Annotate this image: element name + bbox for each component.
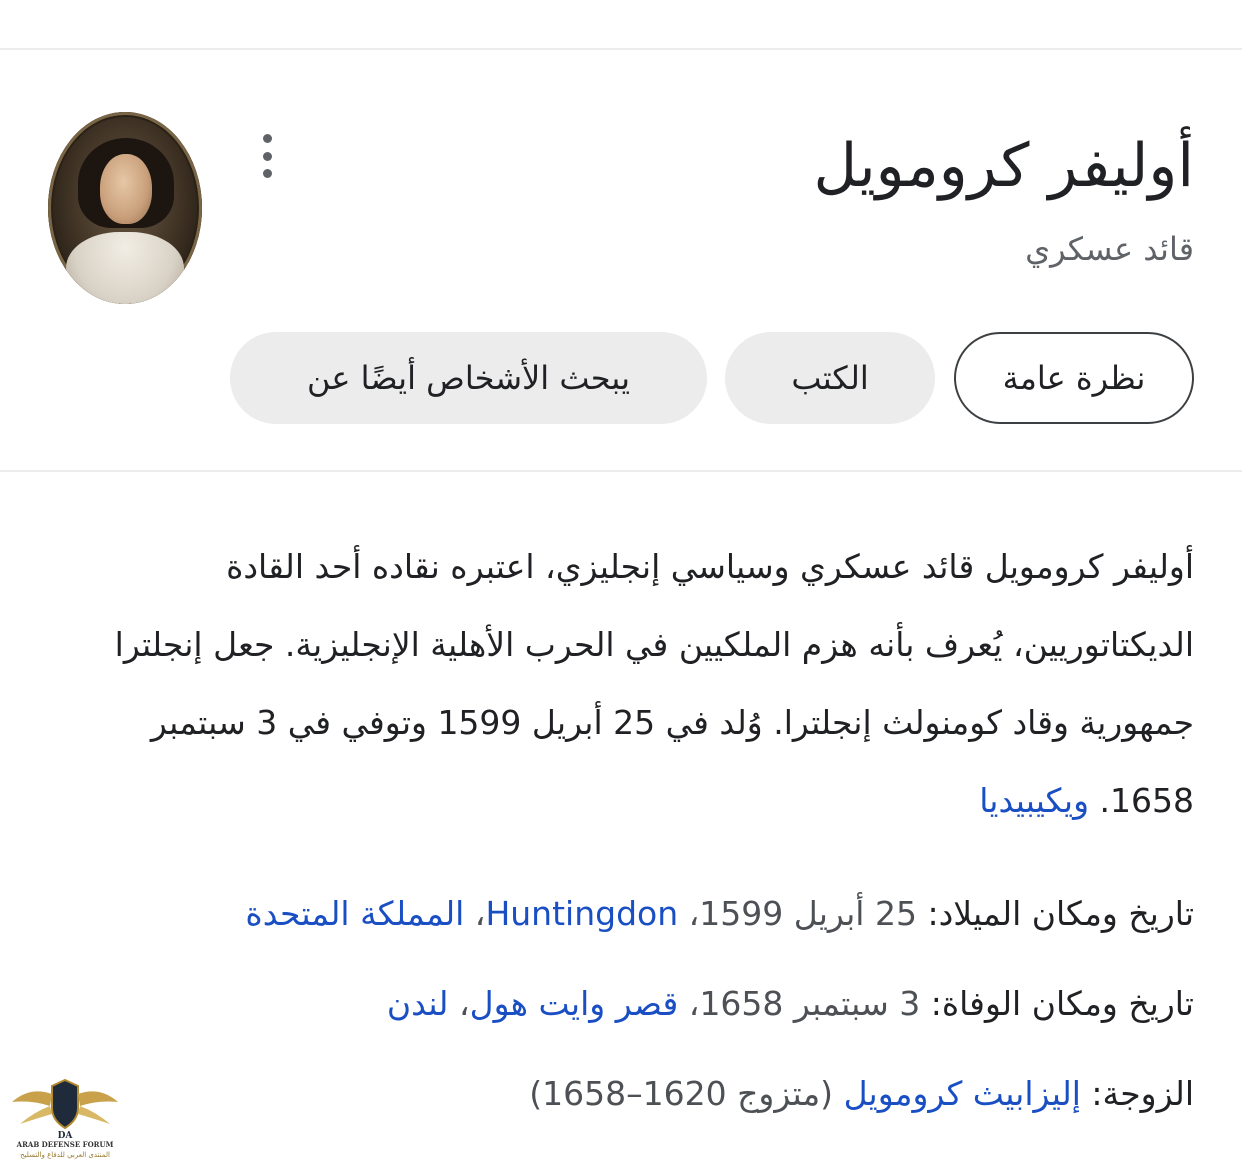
fact-label: الزوجة: xyxy=(1091,1074,1194,1113)
portrait-collar xyxy=(66,232,184,304)
portrait-image[interactable] xyxy=(48,112,202,304)
watermark-line1: ARAB DEFENSE FORUM xyxy=(16,1140,114,1149)
tab-overview[interactable]: نظرة عامة xyxy=(954,332,1194,424)
dot-icon xyxy=(262,134,272,143)
watermark-monogram: DA xyxy=(58,1131,74,1140)
watermark-line2: المنتدى العربي للدفاع والتسليح xyxy=(20,1151,110,1159)
spouse-link[interactable]: إليزابيث كرومويل xyxy=(844,1074,1081,1113)
shield-wings-icon: DA xyxy=(12,1078,118,1140)
country-link[interactable]: المملكة المتحدة xyxy=(245,894,464,933)
city-link[interactable]: لندن xyxy=(387,984,449,1023)
description-text: أوليفر كرومويل قائد عسكري وسياسي إنجليزي… xyxy=(114,547,1194,820)
deathplace-link[interactable]: قصر وايت هول xyxy=(470,984,679,1023)
fact-separator: ، xyxy=(678,894,700,933)
tab-people-also-search[interactable]: يبحث الأشخاص أيضًا عن xyxy=(230,332,707,424)
fact-value: 25 أبريل 1599 xyxy=(699,894,917,933)
fact-label: تاريخ ومكان الوفاة: xyxy=(930,984,1194,1023)
wikipedia-link[interactable]: ويكيبيديا xyxy=(979,781,1089,820)
more-vert-icon[interactable] xyxy=(252,134,282,178)
fact-spouse: الزوجة: إليزابيث كرومويل (متزوج 1620–165… xyxy=(529,1066,1194,1122)
portrait-face xyxy=(100,154,152,224)
fact-separator: ، xyxy=(448,984,470,1023)
fact-death: تاريخ ومكان الوفاة: 3 سبتمبر 1658، قصر و… xyxy=(387,976,1194,1032)
top-divider xyxy=(0,0,1242,50)
fact-birth: تاريخ ومكان الميلاد: 25 أبريل 1599، Hunt… xyxy=(245,886,1194,942)
tab-books[interactable]: الكتب xyxy=(725,332,935,424)
fact-value: (متزوج 1620–1658) xyxy=(529,1074,834,1113)
dot-icon xyxy=(262,151,272,161)
panel-subtitle: قائد عسكري xyxy=(1025,230,1194,268)
watermark-logo: DA ARAB DEFENSE FORUM المنتدى العربي للد… xyxy=(6,1072,124,1164)
description: أوليفر كرومويل قائد عسكري وسياسي إنجليزي… xyxy=(50,528,1194,840)
panel-title: أوليفر كرومويل xyxy=(813,131,1194,201)
dot-icon xyxy=(262,169,272,178)
birthplace-link[interactable]: Huntingdon xyxy=(485,894,678,933)
fact-value: 3 سبتمبر 1658 xyxy=(699,984,921,1023)
fact-label: تاريخ ومكان الميلاد: xyxy=(927,894,1194,933)
section-divider xyxy=(0,470,1242,472)
fact-separator: ، xyxy=(464,894,486,933)
fact-separator: ، xyxy=(678,984,700,1023)
